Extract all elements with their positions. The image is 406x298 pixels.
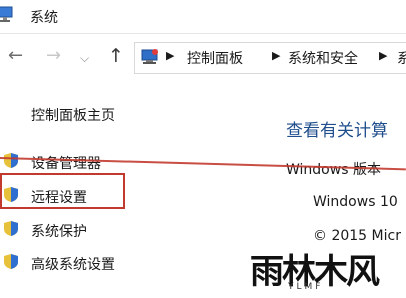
sidebar-home-link[interactable]: 控制面板主页: [31, 105, 115, 125]
breadcrumb-system-security[interactable]: 系统和安全: [288, 48, 358, 68]
annotation-highlight-box: [0, 173, 125, 209]
arrow-right-icon[interactable]: →: [46, 46, 61, 66]
shield-icon: [4, 153, 18, 168]
navigation-bar: ← → ⌵ ↑ ▶ 控制面板 ▶ 系统和安全 ▶ 系: [0, 40, 406, 76]
arrow-up-icon[interactable]: ↑: [108, 46, 124, 66]
sidebar-item-advanced-system-settings[interactable]: 高级系统设置: [31, 254, 115, 274]
control-panel-icon: [141, 49, 158, 64]
breadcrumb-control-panel[interactable]: 控制面板: [187, 48, 243, 68]
breadcrumb-separator[interactable]: ▶: [166, 49, 174, 62]
page-title: 查看有关计算: [286, 121, 388, 141]
window-title: 系统: [30, 10, 58, 26]
title-bar: 系统: [0, 0, 406, 34]
breadcrumb-system[interactable]: 系: [397, 48, 406, 68]
sidebar-item-device-manager[interactable]: 设备管理器: [31, 153, 101, 173]
chevron-down-icon[interactable]: ⌵: [80, 48, 89, 68]
shield-icon: [4, 254, 18, 269]
sidebar-item-system-protection[interactable]: 系统保护: [31, 221, 87, 241]
address-bar[interactable]: ▶ 控制面板 ▶ 系统和安全 ▶ 系: [134, 42, 406, 74]
watermark-subtext: YLMF: [288, 282, 324, 292]
copyright-text: © 2015 Micr: [313, 228, 401, 244]
breadcrumb-separator[interactable]: ▶: [272, 49, 280, 62]
arrow-left-icon[interactable]: ←: [8, 46, 23, 66]
breadcrumb-separator[interactable]: ▶: [379, 49, 387, 62]
edition-name: Windows 10: [313, 194, 398, 210]
watermark-logo: 雨林木风 YLMF: [250, 244, 400, 298]
system-app-icon: [0, 6, 13, 22]
shield-icon: [4, 221, 18, 236]
